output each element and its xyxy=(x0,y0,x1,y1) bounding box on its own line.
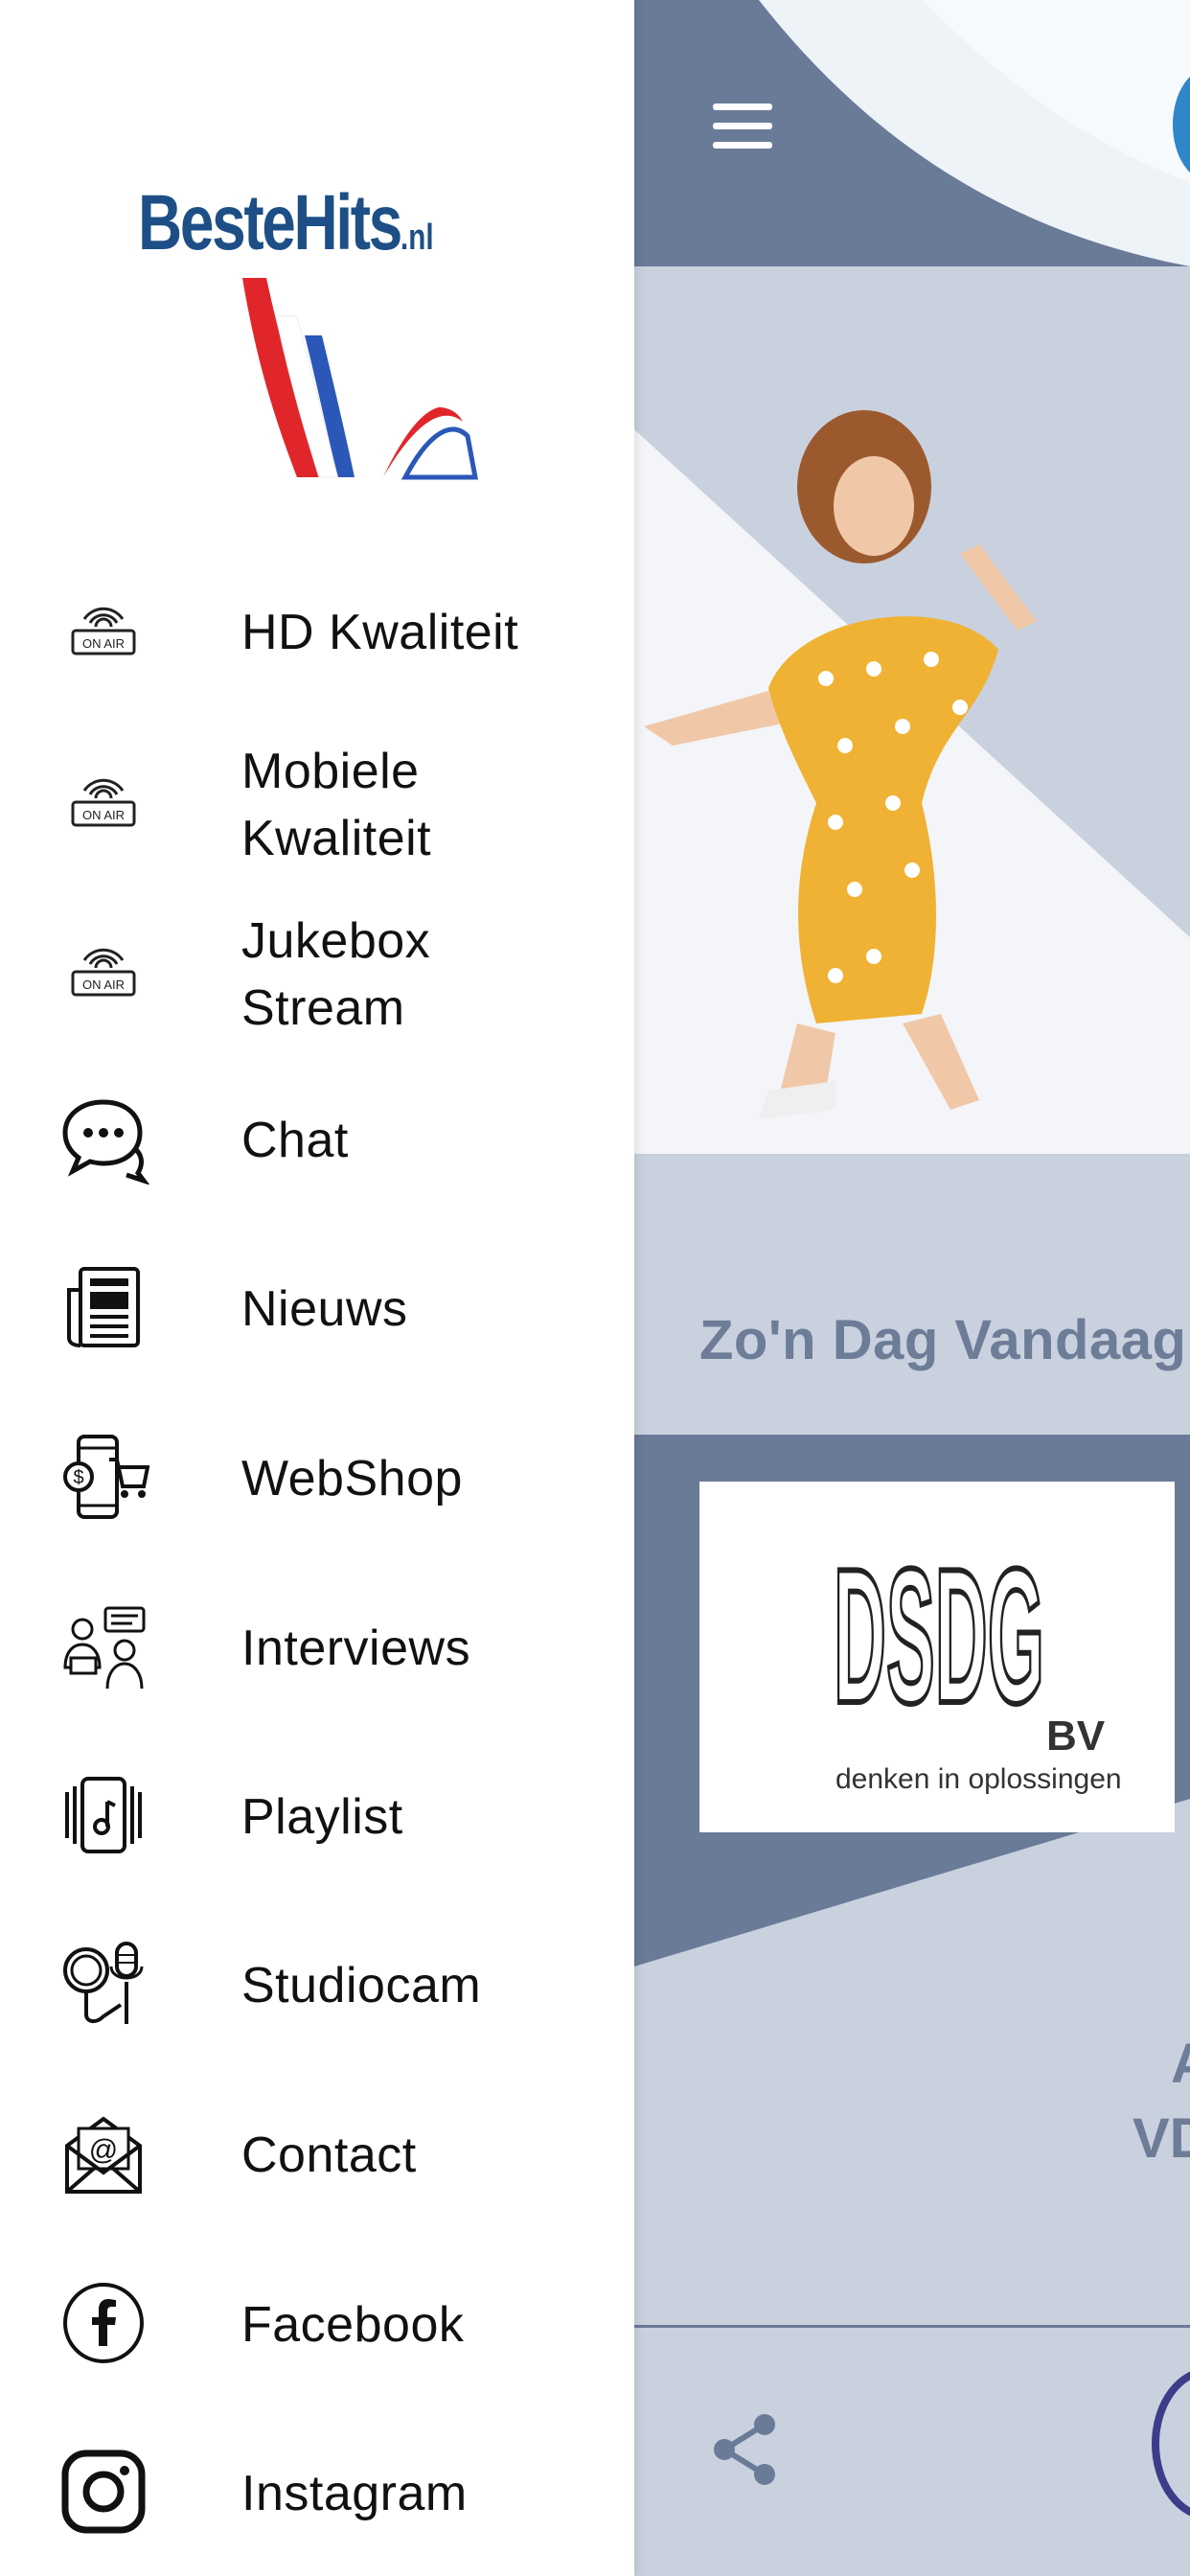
app-header xyxy=(634,0,1190,266)
menu-label: Jukebox Stream xyxy=(241,913,431,1036)
on-air-icon: ON AIR xyxy=(57,928,149,1020)
menu-item-mobiele-kwaliteit[interactable]: ON AIR Mobiele Kwaliteit xyxy=(0,733,634,877)
menu-label: WebShop xyxy=(241,1451,463,1506)
section-title: Zo'n Dag Vandaag xyxy=(699,1309,1187,1371)
menu-item-hd-kwaliteit[interactable]: ON AIR HD Kwaliteit xyxy=(0,585,634,680)
menu-label: Instagram xyxy=(241,2466,468,2521)
menu-label: Contact xyxy=(241,2128,417,2183)
main-content: Zo'n Dag Vandaag DSDG BV denken in oplos… xyxy=(634,0,1190,2576)
menu-item-playlist[interactable]: Playlist xyxy=(0,1769,634,1865)
menu-item-facebook[interactable]: Facebook xyxy=(0,2277,634,2373)
sponsor-logo-card[interactable]: DSDG BV denken in oplossingen xyxy=(699,1482,1175,1832)
svg-text:ON AIR: ON AIR xyxy=(82,978,125,992)
cut-off-heading-line-2: VD xyxy=(1133,2107,1190,2170)
brand-logo: BesteHits.nl xyxy=(132,172,535,489)
hamburger-menu-icon[interactable] xyxy=(713,104,772,150)
menu-label: Playlist xyxy=(241,1789,403,1845)
menu-label: Nieuws xyxy=(241,1281,408,1337)
menu-item-contact[interactable]: @ Contact xyxy=(0,2107,634,2203)
svg-text:ON AIR: ON AIR xyxy=(82,808,125,822)
hero-banner xyxy=(634,266,1190,1154)
menu-item-studiocam[interactable]: Studiocam xyxy=(0,1938,634,2034)
facebook-icon xyxy=(57,2277,149,2369)
instagram-icon xyxy=(57,2446,149,2538)
sponsor-tagline: denken in oplossingen xyxy=(835,1763,1122,1795)
menu-label: Facebook xyxy=(241,2297,465,2353)
menu-label: Interviews xyxy=(241,1621,471,1676)
menu-label: HD Kwaliteit xyxy=(241,605,519,660)
menu-item-instagram[interactable]: Instagram xyxy=(0,2446,634,2542)
navigation-drawer: BesteHits.nl ON AIR HD Kwaliteit ON AIR … xyxy=(0,0,634,2576)
menu-item-jukebox-stream[interactable]: ON AIR Jukebox Stream xyxy=(0,903,634,1046)
menu-item-interviews[interactable]: Interviews xyxy=(0,1600,634,1696)
brand-wordmark: BesteHits.nl xyxy=(138,179,434,266)
menu-item-webshop[interactable]: $ WebShop xyxy=(0,1431,634,1527)
share-icon[interactable] xyxy=(711,2413,780,2486)
menu-label: Mobiele Kwaliteit xyxy=(241,744,432,866)
on-air-icon: ON AIR xyxy=(57,758,149,850)
envelope-at-icon: @ xyxy=(57,2107,149,2199)
menu-item-chat[interactable]: Chat xyxy=(0,1092,634,1188)
hero-illustration xyxy=(634,266,1190,1154)
menu-label: Chat xyxy=(241,1113,349,1168)
svg-text:$: $ xyxy=(73,1467,83,1488)
mobile-shop-icon: $ xyxy=(57,1431,149,1523)
bottom-bar-divider xyxy=(634,2325,1190,2328)
sponsor-logo-graphic: DSDG BV denken in oplossingen xyxy=(831,1527,1122,1795)
studio-mic-cam-icon xyxy=(57,1938,149,2030)
music-playlist-icon xyxy=(57,1769,149,1861)
svg-text:@: @ xyxy=(89,2134,118,2166)
interview-icon xyxy=(57,1600,149,1692)
chat-bubbles-icon xyxy=(57,1092,149,1184)
play-button-partial[interactable] xyxy=(1152,2367,1190,2520)
cut-off-heading-line-1: A xyxy=(1171,2032,1190,2096)
sponsor-logo-letters: DSDG xyxy=(834,1530,1044,1743)
sponsor-logo-suffix: BV xyxy=(1046,1713,1106,1760)
newspaper-icon xyxy=(57,1261,149,1353)
svg-text:ON AIR: ON AIR xyxy=(82,636,125,651)
menu-item-nieuws[interactable]: Nieuws xyxy=(0,1261,634,1357)
menu-label: Studiocam xyxy=(241,1958,482,2013)
on-air-icon: ON AIR xyxy=(57,586,149,678)
